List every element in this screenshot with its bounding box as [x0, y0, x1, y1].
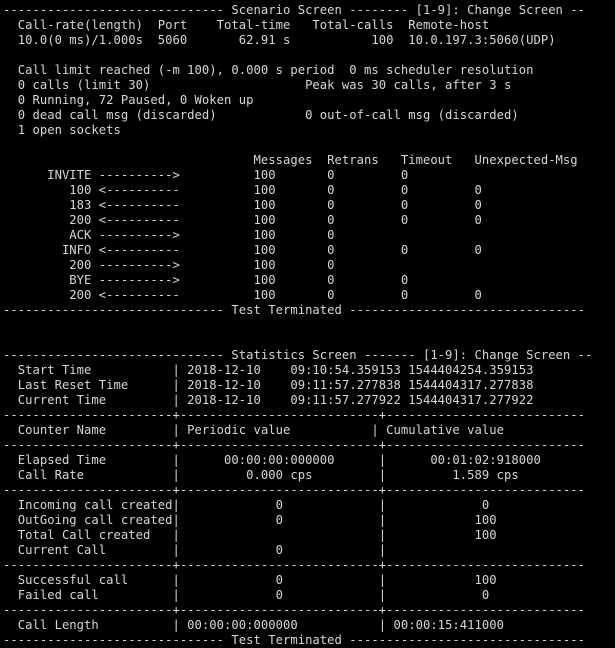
terminal-text-buffer[interactable]: ------------------------------ Scenario …	[0, 0, 615, 648]
terminal-screen[interactable]: ------------------------------ Scenario …	[0, 0, 615, 647]
